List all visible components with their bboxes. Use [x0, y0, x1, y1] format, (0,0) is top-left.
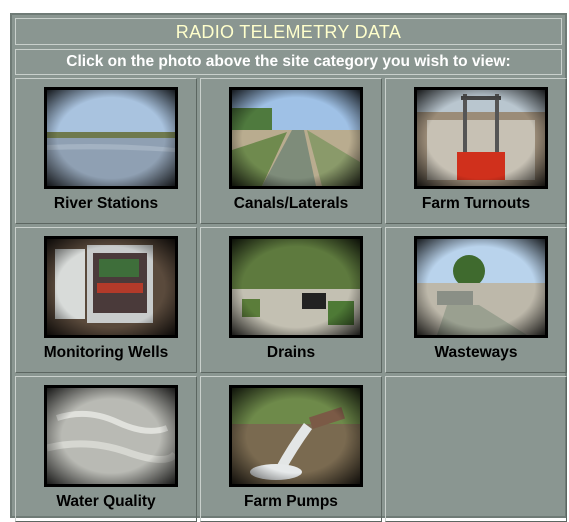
photo-drains[interactable] — [229, 236, 363, 338]
category-monitoring-wells[interactable]: Monitoring Wells — [15, 227, 197, 373]
photo-farm-pumps[interactable] — [229, 385, 363, 487]
canal-photo-icon — [232, 90, 360, 186]
category-label[interactable]: Canals/Laterals — [201, 195, 381, 213]
category-drains[interactable]: Drains — [200, 227, 382, 373]
category-farm-turnouts[interactable]: Farm Turnouts — [385, 78, 567, 224]
category-label[interactable]: River Stations — [16, 195, 196, 213]
photo-monitoring-wells[interactable] — [44, 236, 178, 338]
instruction-text: Click on the photo above the site catego… — [15, 49, 562, 75]
category-farm-pumps[interactable]: Farm Pumps — [200, 376, 382, 522]
turnout-gate-photo-icon — [417, 90, 545, 186]
category-water-quality[interactable]: Water Quality — [15, 376, 197, 522]
river-photo-icon — [47, 90, 175, 186]
water-surface-photo-icon — [47, 388, 175, 484]
drain-photo-icon — [232, 239, 360, 335]
category-label[interactable]: Water Quality — [16, 493, 196, 511]
empty-cell — [385, 376, 567, 522]
category-label[interactable]: Monitoring Wells — [16, 344, 196, 362]
pump-outflow-photo-icon — [232, 388, 360, 484]
category-river-stations[interactable]: River Stations — [15, 78, 197, 224]
category-label[interactable]: Wasteways — [386, 344, 566, 362]
category-label[interactable]: Farm Turnouts — [386, 195, 566, 213]
category-label[interactable]: Farm Pumps — [201, 493, 381, 511]
page-title: RADIO TELEMETRY DATA — [15, 18, 562, 45]
photo-river-stations[interactable] — [44, 87, 178, 189]
category-wasteways[interactable]: Wasteways — [385, 227, 567, 373]
photo-canals-laterals[interactable] — [229, 87, 363, 189]
well-electronics-photo-icon — [47, 239, 175, 335]
category-canals-laterals[interactable]: Canals/Laterals — [200, 78, 382, 224]
photo-farm-turnouts[interactable] — [414, 87, 548, 189]
telemetry-panel: RADIO TELEMETRY DATA Click on the photo … — [10, 13, 567, 522]
wasteway-photo-icon — [417, 239, 545, 335]
category-label[interactable]: Drains — [201, 344, 381, 362]
photo-wasteways[interactable] — [414, 236, 548, 338]
photo-water-quality[interactable] — [44, 385, 178, 487]
